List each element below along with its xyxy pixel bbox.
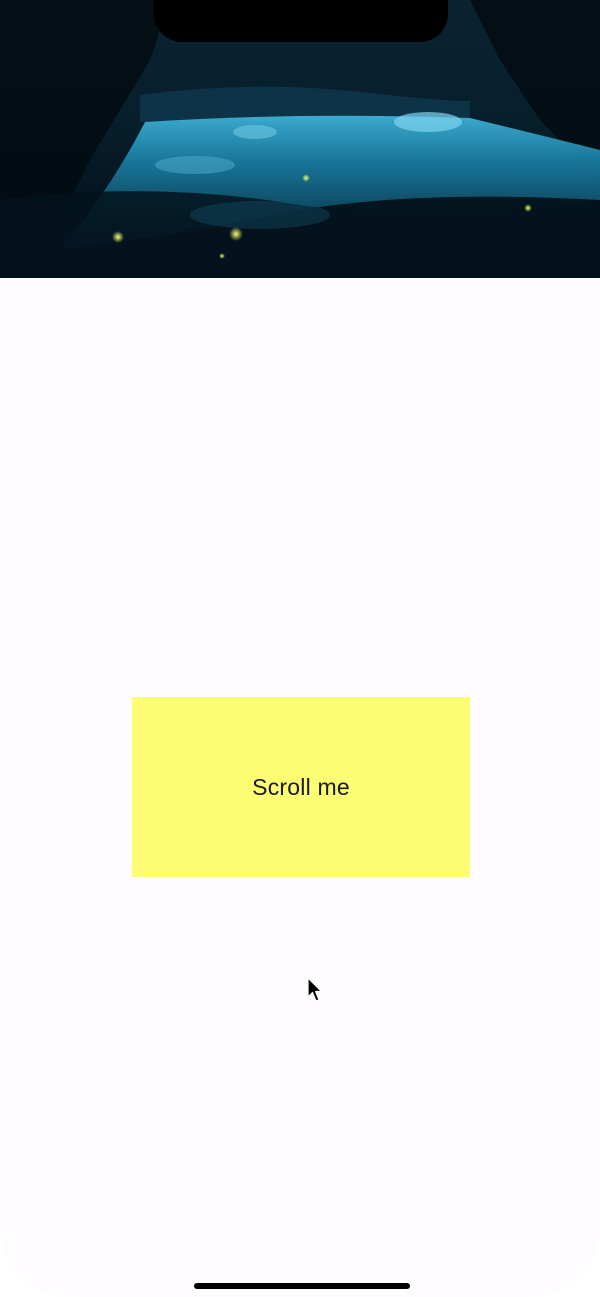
phone-screen: Scroll me [0, 0, 600, 1297]
device-notch [154, 0, 448, 42]
mouse-pointer-icon [307, 977, 323, 1002]
home-indicator [194, 1283, 410, 1289]
scroll-box[interactable]: Scroll me [132, 697, 470, 877]
scroll-box-label: Scroll me [252, 773, 350, 800]
